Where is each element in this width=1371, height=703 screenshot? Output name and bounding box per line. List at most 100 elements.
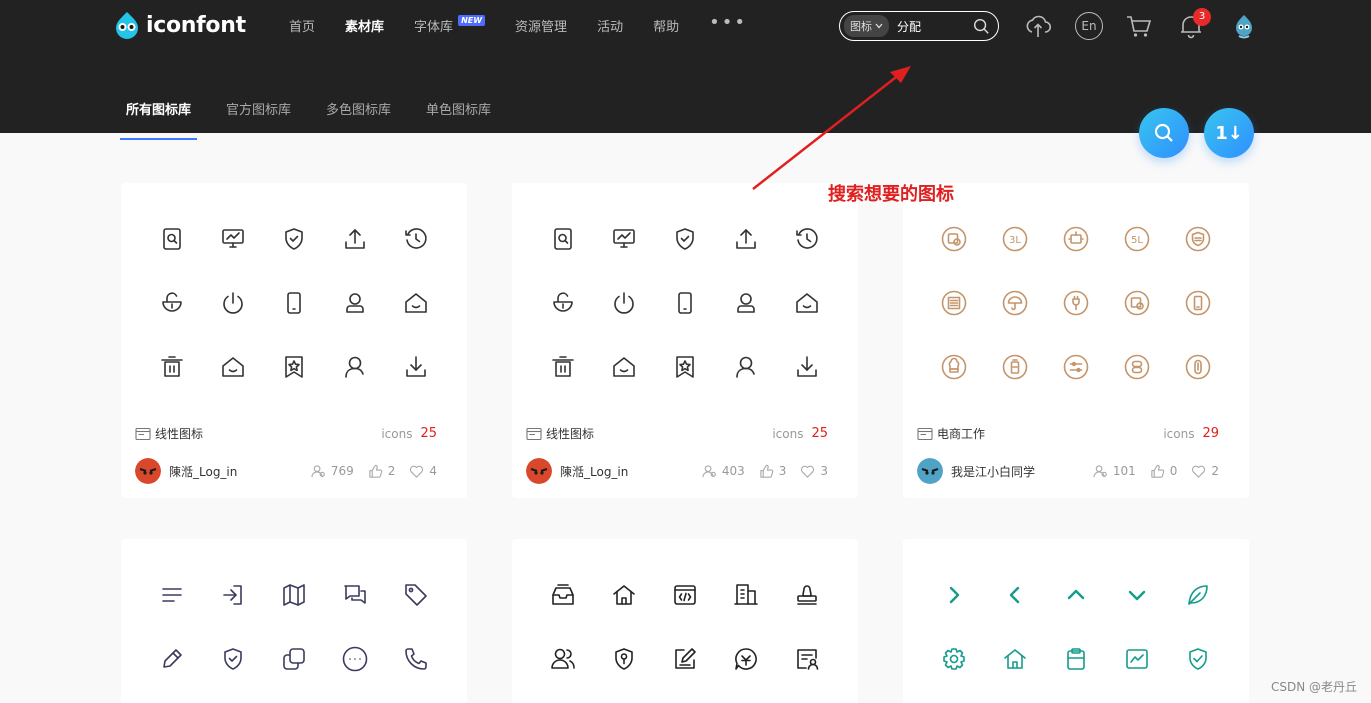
search-fab-button[interactable]: [1139, 108, 1189, 158]
shield-check-icon: [1168, 627, 1229, 691]
views-count: 403: [721, 464, 745, 478]
bookmark-star-icon: [654, 335, 715, 399]
user-icon: [325, 271, 386, 335]
icon-library-card[interactable]: [121, 539, 467, 703]
favorites-count: 4: [429, 464, 437, 478]
icon-library-card[interactable]: 3L 5L 电商工作 icons 29 我是江小白同学 101 0 2: [903, 183, 1249, 498]
author-name[interactable]: 陳湉_Log_in: [169, 463, 237, 480]
nav-resources[interactable]: 资源管理: [515, 16, 567, 35]
upload-cloud-icon[interactable]: [1024, 12, 1052, 40]
library-name[interactable]: 线性图标: [155, 425, 203, 442]
icon-library-card[interactable]: 线性图标 icons 25 陳湉_Log_in 403 3 3: [512, 183, 858, 498]
views-stat: 769: [311, 464, 354, 479]
chevron-right-icon: [923, 563, 984, 627]
upload-icon: [716, 207, 777, 271]
nav-home[interactable]: 首页: [289, 16, 315, 35]
sort-fab-button[interactable]: 1↓: [1204, 108, 1254, 158]
circle-bottle-icon: [984, 335, 1045, 399]
thumbs-up-icon: [759, 464, 779, 479]
heart-icon: [409, 464, 429, 479]
icon-library-card[interactable]: [512, 539, 858, 703]
library-tabs: 所有图标库 官方图标库 多色图标库 单色图标库: [120, 99, 520, 140]
phone-icon: [654, 271, 715, 335]
phone-icon: [263, 271, 324, 335]
tab-monochrome-libraries[interactable]: 单色图标库: [420, 99, 497, 140]
likes-stat[interactable]: 3: [759, 464, 786, 479]
chat-bubble-icon: [716, 627, 777, 691]
unlock-icon: [141, 271, 202, 335]
id-card-icon: [777, 627, 838, 691]
search-type-select[interactable]: 图标: [844, 15, 889, 37]
shield-icon: [263, 207, 324, 271]
iconfont-logo[interactable]: iconfont: [112, 10, 246, 40]
author-name[interactable]: 我是江小白同学: [951, 463, 1035, 480]
monitor-icon: [202, 207, 263, 271]
circle-shield-icon: [1168, 207, 1229, 271]
circle-umbrella-icon: [984, 271, 1045, 335]
circle-tube-icon: [1168, 335, 1229, 399]
new-badge: NEW: [458, 15, 486, 26]
favorites-stat[interactable]: 3: [800, 464, 828, 479]
icons-count: 29: [1202, 426, 1219, 441]
card-stats: 403 3 3: [688, 464, 828, 479]
tab-multicolor-libraries[interactable]: 多色图标库: [320, 99, 397, 140]
author-avatar[interactable]: [917, 458, 943, 484]
views-stat: 403: [702, 464, 745, 479]
inbox-icon: [532, 563, 593, 627]
main-nav: 首页 素材库 字体库 NEW 资源管理 活动 帮助 •••: [289, 12, 747, 35]
clipboard-icon: [1045, 627, 1106, 691]
gear-icon: [923, 627, 984, 691]
watermark: CSDN @老丹丘: [1270, 680, 1357, 694]
icon-preview-grid: 3L 5L: [923, 207, 1229, 399]
author-name[interactable]: 陳湉_Log_in: [560, 463, 628, 480]
icon-library-card[interactable]: [903, 539, 1249, 703]
nav-help[interactable]: 帮助: [653, 16, 679, 35]
circle-3l-icon: 3L: [984, 207, 1045, 271]
download-icon: [386, 335, 447, 399]
code-window-icon: [654, 563, 715, 627]
user-icon: [716, 271, 777, 335]
bookmark-star-icon: [263, 335, 324, 399]
cart-icon[interactable]: [1125, 12, 1153, 40]
user-avatar[interactable]: [1230, 12, 1258, 40]
author-avatar[interactable]: [135, 458, 161, 484]
power-icon: [593, 271, 654, 335]
download-icon: [777, 335, 838, 399]
svg-text:3L: 3L: [1009, 235, 1021, 246]
annotation-text: 搜索想要的图标: [828, 184, 954, 205]
nav-fonts[interactable]: 字体库 NEW: [414, 15, 486, 35]
monitor-icon: [593, 207, 654, 271]
favorites-stat[interactable]: 2: [1191, 464, 1219, 479]
tab-all-libraries[interactable]: 所有图标库: [120, 99, 198, 140]
icon-preview-grid: [141, 563, 447, 691]
favorites-count: 3: [820, 464, 828, 478]
likes-stat[interactable]: 0: [1150, 464, 1177, 479]
more-menu-icon[interactable]: •••: [709, 12, 747, 33]
nav-materials[interactable]: 素材库: [345, 16, 384, 35]
shield-icon: [202, 627, 263, 691]
library-name[interactable]: 电商工作: [937, 425, 985, 442]
nav-activity[interactable]: 活动: [597, 16, 623, 35]
circle-list-icon: [923, 271, 984, 335]
chat-icon: [325, 563, 386, 627]
views-icon: [702, 464, 722, 479]
language-en-icon[interactable]: En: [1075, 12, 1103, 40]
card-footer: 陳湉_Log_in 403 3 3: [526, 458, 828, 484]
icon-preview-grid: [923, 563, 1229, 691]
icons-count: 25: [420, 426, 437, 441]
search-input[interactable]: [897, 19, 961, 33]
tag-icon: [386, 563, 447, 627]
search-icon[interactable]: [972, 17, 990, 35]
icons-count: 25: [811, 426, 828, 441]
circle-plug-icon: [1045, 271, 1106, 335]
search-box: 图标: [839, 11, 999, 41]
likes-stat[interactable]: 2: [368, 464, 395, 479]
library-name[interactable]: 线性图标: [546, 425, 594, 442]
notification-badge: 3: [1193, 8, 1211, 26]
author-avatar[interactable]: [526, 458, 552, 484]
tab-official-libraries[interactable]: 官方图标库: [220, 99, 297, 140]
favorites-stat[interactable]: 4: [409, 464, 437, 479]
icon-library-card[interactable]: 线性图标 icons 25 陳湉_Log_in 769 2 4: [121, 183, 467, 498]
user-outline-icon: [325, 335, 386, 399]
icons-count-label: icons: [381, 426, 413, 441]
